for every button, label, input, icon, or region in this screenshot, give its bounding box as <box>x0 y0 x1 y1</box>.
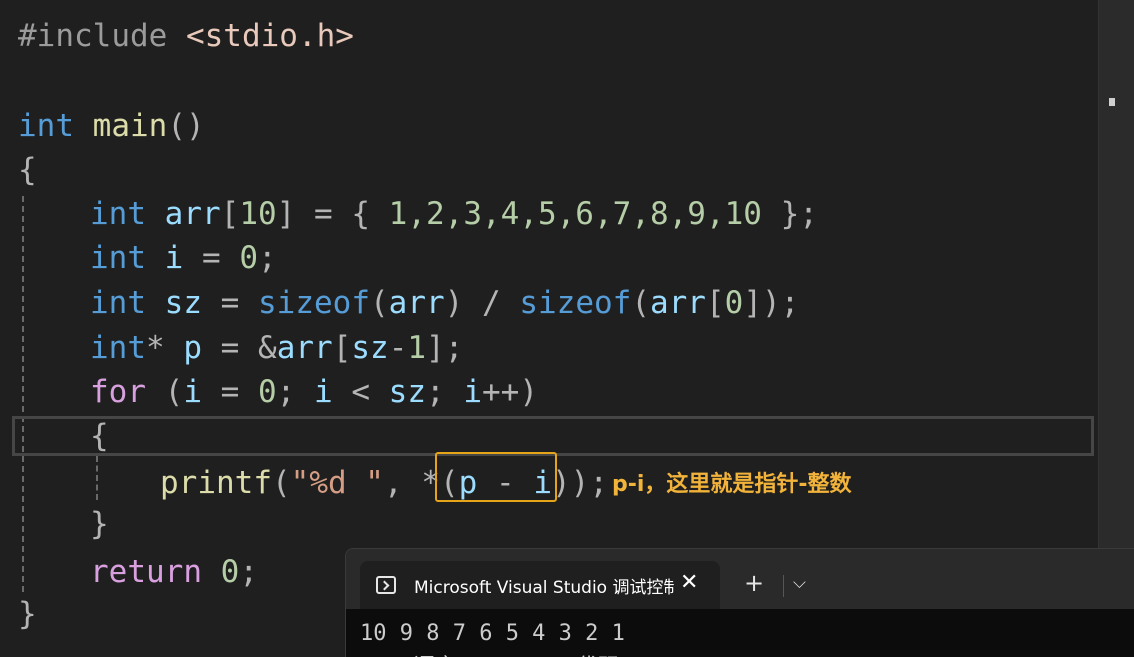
code-line-1[interactable]: #include <stdio.h> <box>18 14 354 58</box>
code-line-3[interactable]: int main() <box>18 104 205 148</box>
code-line-5[interactable]: int arr[10] = { 1,2,3,4,5,6,7,8,9,10 }; <box>90 192 818 236</box>
operator: - <box>388 330 408 366</box>
indent-guide-inner <box>96 456 98 500</box>
semicolon: ; <box>258 240 277 276</box>
code-line-14[interactable]: } <box>18 592 37 636</box>
operator: < <box>332 374 389 410</box>
open-brace: { <box>18 152 37 188</box>
bracket: [ <box>705 285 725 321</box>
preprocessor-directive: #include <box>18 18 168 54</box>
var-p: p <box>183 330 203 366</box>
paren: ) <box>444 285 464 321</box>
code-line-6[interactable]: int i = 0; <box>90 236 277 280</box>
highlight-box-p-minus-i <box>435 452 557 502</box>
keyword-for: for <box>90 374 146 410</box>
paren: ( <box>631 285 650 321</box>
semicolon: ; <box>426 374 464 410</box>
close-tab-icon[interactable]: ✕ <box>680 570 698 595</box>
keyword-sizeof: sizeof <box>258 285 370 321</box>
semicolon: ; <box>276 374 314 410</box>
close-brace: } <box>18 596 37 632</box>
close-brace: } <box>90 506 109 542</box>
bracket: [ <box>332 330 352 366</box>
pointer-star: * <box>146 330 165 366</box>
paren: ( <box>271 465 291 501</box>
paren: ( <box>369 285 389 321</box>
var-arr: arr <box>649 285 706 321</box>
comma: , <box>383 465 422 501</box>
operator: = <box>202 285 258 321</box>
code-line-10[interactable]: { <box>90 414 109 458</box>
keyword-int: int <box>90 240 146 276</box>
function-printf: printf <box>160 465 272 501</box>
indent-guide-outer <box>22 196 24 592</box>
include-header: <stdio.h> <box>185 18 354 54</box>
scroll-marker <box>1109 98 1115 106</box>
open-brace: { <box>90 418 109 454</box>
current-line-highlight <box>12 416 1094 456</box>
number: 10 <box>239 196 277 232</box>
annotation-label: p-i，这里就是指针-整数 <box>612 472 852 497</box>
number: 0 <box>239 240 259 276</box>
bracket: [ <box>220 196 240 232</box>
keyword-int: int <box>90 196 146 232</box>
keyword-int: int <box>90 330 146 366</box>
number: 0 <box>201 554 240 590</box>
array-values: 1,2,3,4,5,6,7,8,9,10 <box>388 196 762 232</box>
debug-console-window[interactable]: Microsoft Visual Studio 调试控制台 ✕ + ⌵ 10 9… <box>345 548 1134 657</box>
semicolon: ; <box>239 554 258 590</box>
paren: ); <box>762 285 800 321</box>
code-line-12[interactable]: } <box>90 502 109 546</box>
operator: = <box>183 240 240 276</box>
var-arr: arr <box>164 196 221 232</box>
parens: () <box>167 108 205 144</box>
paren: ( <box>146 374 184 410</box>
brace: }; <box>761 196 818 232</box>
var-i: i <box>183 374 202 410</box>
var-sz: sz <box>388 374 426 410</box>
keyword-return: return <box>90 554 202 590</box>
brace: { <box>351 196 389 232</box>
operator: / <box>463 285 520 321</box>
operator: ++ <box>482 374 520 410</box>
keyword-int: int <box>90 285 146 321</box>
code-line-7[interactable]: int sz = sizeof(arr) / sizeof(arr[0]); <box>90 281 799 325</box>
var-sz: sz <box>351 330 389 366</box>
keyword-sizeof: sizeof <box>519 285 632 321</box>
var-arr: arr <box>276 330 333 366</box>
bracket: ] <box>276 196 296 232</box>
number: 0 <box>724 285 744 321</box>
number: 1 <box>407 330 427 366</box>
terminal-tab[interactable]: Microsoft Visual Studio 调试控制台 ✕ <box>360 561 720 609</box>
bracket: ]; <box>426 330 464 366</box>
code-line-8[interactable]: int* p = &arr[sz-1]; <box>90 326 463 370</box>
var-sz: sz <box>164 285 202 321</box>
keyword-int: int <box>18 108 74 144</box>
function-main: main <box>92 108 168 144</box>
paren: ); <box>570 465 608 501</box>
tab-separator <box>783 575 784 597</box>
code-line-13[interactable]: return 0; <box>90 550 258 594</box>
var-i: i <box>314 374 333 410</box>
format-string: "%d " <box>290 465 384 501</box>
new-tab-icon[interactable]: + <box>744 569 764 597</box>
console-icon <box>376 576 396 594</box>
operator: = <box>202 374 258 410</box>
code-line-4[interactable]: { <box>18 148 37 192</box>
var-arr: arr <box>388 285 445 321</box>
chevron-down-icon[interactable]: ⌵ <box>793 573 806 593</box>
terminal-tab-bar: Microsoft Visual Studio 调试控制台 ✕ + ⌵ <box>346 549 1134 609</box>
paren: ) <box>519 374 538 410</box>
var-i: i <box>164 240 184 276</box>
bracket: ] <box>743 285 762 321</box>
operator: = <box>295 196 352 232</box>
terminal-tab-title: Microsoft Visual Studio 调试控制台 <box>414 578 674 598</box>
var-i: i <box>463 374 482 410</box>
program-output: 10 9 8 7 6 5 4 3 2 1 <box>360 621 625 646</box>
terminal-output[interactable]: 10 9 8 7 6 5 4 3 2 1 D:\C语言\VS2022 C代码\2… <box>346 609 1134 657</box>
operator: = <box>202 330 259 366</box>
code-line-9[interactable]: for (i = 0; i < sz; i++) <box>90 370 538 414</box>
number: 0 <box>258 374 277 410</box>
address-of: & <box>258 330 277 366</box>
